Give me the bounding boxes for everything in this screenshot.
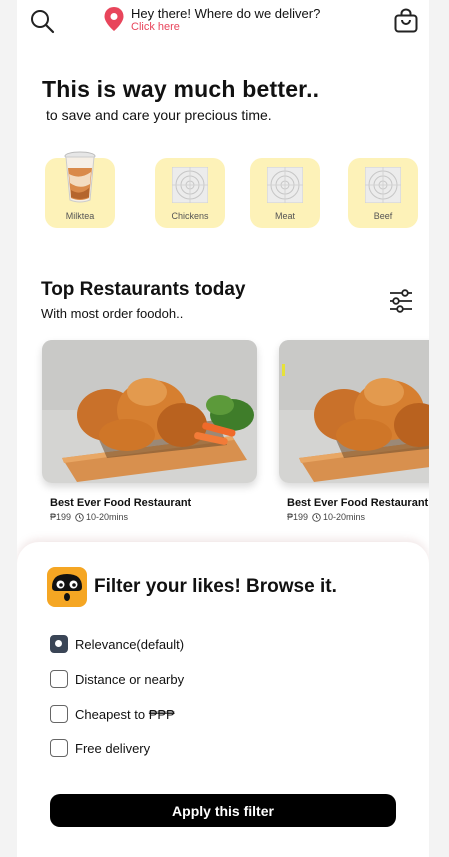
radio-checked[interactable] <box>50 635 68 653</box>
restaurant-image <box>279 340 429 483</box>
restaurant-meta: ₱199 10-20mins <box>287 512 429 522</box>
filter-option-label: Cheapest to ₱₱₱ <box>75 706 175 722</box>
restaurant-price: ₱199 <box>50 512 72 522</box>
category-label: Chickens <box>171 211 209 221</box>
app-screen: Hey there! Where do we deliver? Click he… <box>17 0 429 857</box>
location-pin-icon <box>104 7 124 31</box>
filter-title: Filter your likes! Browse it. <box>94 576 337 597</box>
category-list: Milktea Chickens Meat Beef <box>45 151 418 230</box>
category-chickens[interactable]: Chickens <box>155 158 225 228</box>
hero-subtitle: to save and care your precious time. <box>46 107 272 123</box>
checkbox[interactable] <box>50 670 68 688</box>
shopping-bag-icon[interactable] <box>393 8 419 34</box>
restaurant-card[interactable]: Best Ever Food Restaurant ₱199 10-20mins <box>42 340 257 522</box>
category-milktea[interactable]: Milktea <box>45 151 115 228</box>
restaurant-name: Best Ever Food Restaurant <box>287 497 429 509</box>
restaurant-meta: ₱199 10-20mins <box>50 512 257 522</box>
filter-option-label: Relevance(default) <box>75 636 185 652</box>
checkbox[interactable] <box>50 705 68 723</box>
filter-option-relevance[interactable]: Relevance(default) <box>50 635 184 653</box>
app-logo-icon <box>47 567 87 607</box>
category-meat[interactable]: Meat <box>250 158 320 228</box>
section-title: Top Restaurants today <box>41 279 246 300</box>
placeholder-image-icon <box>172 167 208 203</box>
filter-option-distance[interactable]: Distance or nearby <box>50 670 184 688</box>
location-link[interactable]: Click here <box>131 21 320 34</box>
filter-option-label: Free delivery <box>75 740 151 756</box>
category-label: Meat <box>274 211 295 221</box>
delivery-location[interactable]: Hey there! Where do we deliver? Click he… <box>103 6 320 34</box>
location-prompt: Hey there! Where do we deliver? <box>131 6 321 21</box>
restaurant-delivery-time: 10-20mins <box>86 512 129 522</box>
restaurant-image <box>42 340 257 483</box>
restaurant-price: ₱199 <box>287 512 309 522</box>
filter-sliders-icon[interactable] <box>388 288 414 314</box>
placeholder-image-icon <box>267 167 303 203</box>
filter-option-free-delivery[interactable]: Free delivery <box>50 739 150 757</box>
hero-title: This is way much better.. <box>42 76 320 102</box>
restaurant-name: Best Ever Food Restaurant <box>50 497 192 509</box>
restaurant-card[interactable]: Best Ever Food Restaurant ₱199 10-20mins <box>279 340 429 522</box>
filter-option-cheapest[interactable]: Cheapest to ₱₱₱ <box>50 705 175 723</box>
category-beef[interactable]: Beef <box>348 158 418 228</box>
filter-option-label: Distance or nearby <box>75 671 185 687</box>
apply-filter-button[interactable]: Apply this filter <box>50 794 396 827</box>
placeholder-image-icon <box>365 167 401 203</box>
search-icon[interactable] <box>29 8 55 34</box>
clock-icon <box>312 512 321 522</box>
clock-icon <box>75 512 84 522</box>
milktea-icon <box>64 151 96 203</box>
checkbox[interactable] <box>50 739 68 757</box>
section-subtitle: With most order foodoh.. <box>41 306 184 321</box>
category-label: Beef <box>373 211 393 221</box>
category-label: Milktea <box>65 211 95 221</box>
restaurant-delivery-time: 10-20mins <box>323 512 366 522</box>
filter-sheet: Filter your likes! Browse it. Relevance(… <box>17 542 429 857</box>
